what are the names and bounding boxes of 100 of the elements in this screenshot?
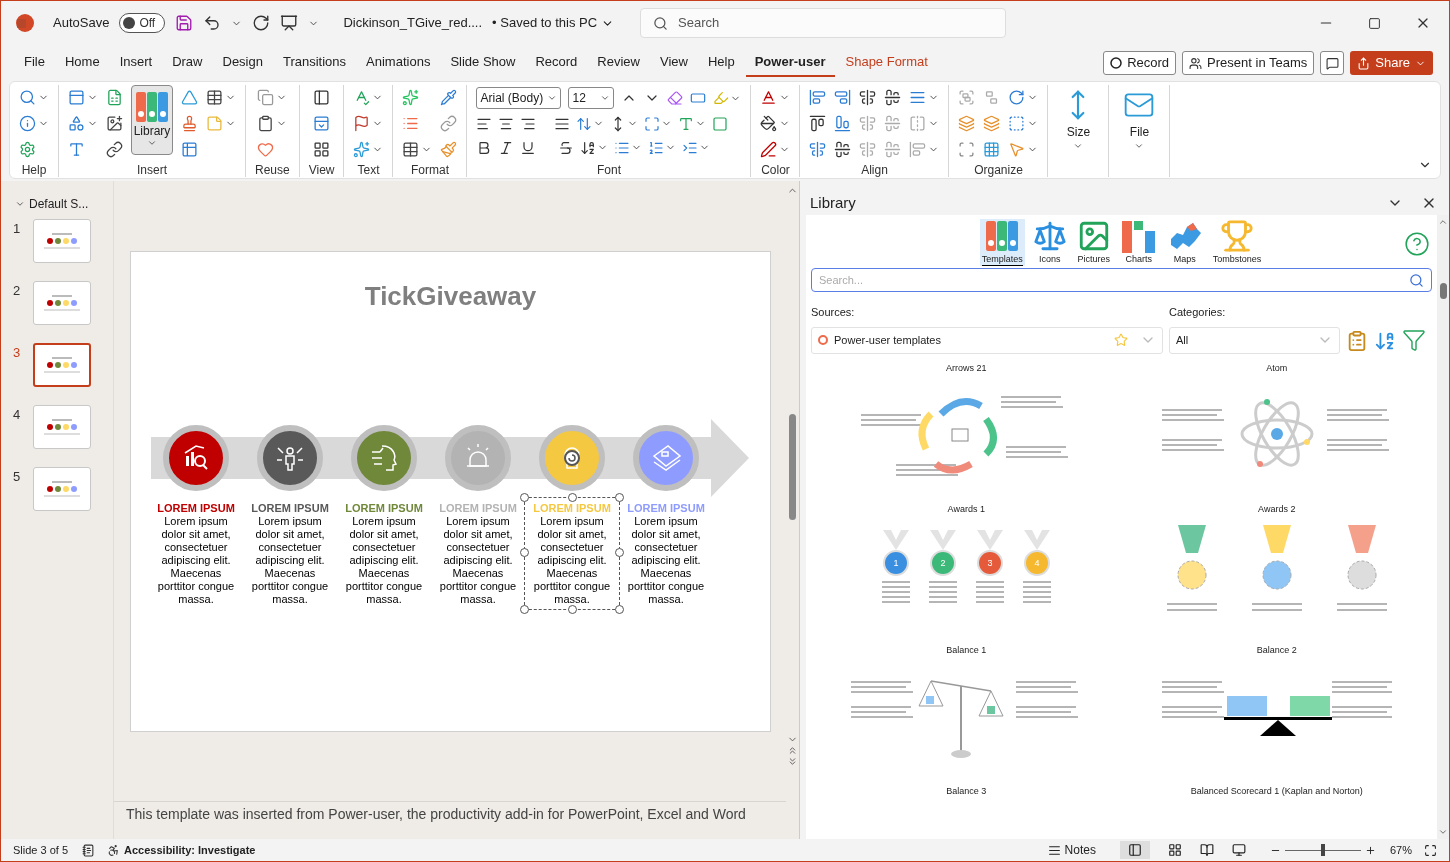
- zoom-level[interactable]: 67%: [1389, 841, 1412, 859]
- paste-icon[interactable]: [257, 114, 275, 132]
- align-left-icon[interactable]: [809, 88, 827, 106]
- outline-color-icon[interactable]: [760, 140, 778, 158]
- shape-icon[interactable]: [690, 90, 707, 106]
- size-button[interactable]: Size: [1057, 85, 1100, 171]
- highlight-icon[interactable]: [713, 90, 730, 106]
- stack-icon[interactable]: [884, 88, 902, 106]
- template-name[interactable]: Atom: [1266, 361, 1288, 374]
- resize-handle[interactable]: [615, 492, 624, 502]
- ribbon-tab[interactable]: View: [651, 49, 697, 77]
- save-status-button[interactable]: • Saved to this PC: [492, 13, 615, 33]
- star-icon[interactable]: [1114, 333, 1128, 348]
- filter-icon[interactable]: [1402, 327, 1426, 352]
- clipboard-icon[interactable]: [1346, 329, 1368, 352]
- resize-handle[interactable]: [568, 604, 577, 614]
- step-text-box[interactable]: LOREM IPSUM Lorem ipsum dolor sit amet, consectetuer adipiscing elit. Maecenas porttitor congue massa.: [430, 496, 526, 610]
- info-icon[interactable]: [19, 114, 36, 132]
- normal-view-button[interactable]: [1119, 841, 1150, 859]
- fill-color-icon[interactable]: [760, 114, 778, 132]
- presentation-icon[interactable]: [280, 14, 299, 32]
- ribbon-tab[interactable]: Design: [213, 49, 272, 77]
- copy-icon[interactable]: [257, 88, 275, 106]
- template-name[interactable]: Balanced Scorecard 1 (Kaplan and Norton): [1190, 784, 1363, 797]
- align-bottom-icon[interactable]: [834, 114, 852, 132]
- font-name-field[interactable]: Arial (Body): [476, 87, 562, 109]
- strikethrough-icon[interactable]: [558, 139, 575, 156]
- swap-icon[interactable]: [909, 114, 927, 132]
- template-name[interactable]: Balance 3: [946, 784, 987, 797]
- eyedropper-icon[interactable]: [440, 88, 458, 106]
- slide-thumbnail[interactable]: [33, 467, 91, 511]
- heart-icon[interactable]: [257, 140, 275, 158]
- library-category-tab[interactable]: Charts: [1118, 219, 1159, 265]
- align-middle-icon[interactable]: [809, 140, 827, 158]
- align-right-icon[interactable]: [834, 88, 852, 106]
- categories-dropdown[interactable]: All: [1169, 326, 1340, 354]
- stamp-icon[interactable]: [181, 114, 198, 132]
- ribbon-tab[interactable]: Home: [55, 49, 109, 77]
- bring-front-icon[interactable]: [983, 114, 1001, 132]
- slide-thumbnail[interactable]: [33, 343, 91, 387]
- normal-view-icon[interactable]: [313, 88, 331, 106]
- comments-button[interactable]: [1320, 51, 1345, 75]
- template-name[interactable]: Balance 1: [946, 643, 987, 656]
- sticky-note-icon[interactable]: [206, 114, 223, 132]
- step-text-box[interactable]: LOREM IPSUM Lorem ipsum dolor sit amet, consectetuer adipiscing elit. Maecenas porttitor congue massa.: [242, 496, 338, 610]
- library-category-tab[interactable]: Tombstones: [1210, 219, 1264, 265]
- layers-icon[interactable]: [958, 114, 976, 132]
- redo-icon[interactable]: [252, 14, 271, 32]
- template-preview-drawing[interactable]: 1 2 3 4: [851, 524, 1082, 625]
- slide-thumbnail[interactable]: [33, 281, 91, 325]
- spelling-check-icon[interactable]: [82, 843, 96, 857]
- share-button[interactable]: Share: [1350, 51, 1433, 75]
- resize-handle[interactable]: [520, 492, 529, 502]
- ribbon-tab[interactable]: Power-user: [745, 49, 835, 77]
- flag-icon[interactable]: [353, 114, 371, 132]
- library-category-tab[interactable]: Pictures: [1074, 219, 1113, 265]
- search-field[interactable]: Search: [640, 8, 1007, 38]
- speaker-notes[interactable]: This template was inserted from Power-user, the productivity add-in for PowerPoint, Excel and Word: [126, 806, 774, 822]
- scrollbar-thumb[interactable]: [789, 414, 796, 520]
- resize-handle[interactable]: [520, 547, 529, 557]
- change-case-icon[interactable]: [678, 115, 695, 132]
- save-icon[interactable]: [175, 14, 194, 32]
- ribbon-tab[interactable]: Shape Format: [836, 49, 937, 77]
- previous-slide-icon[interactable]: [787, 745, 798, 756]
- sources-dropdown[interactable]: Power-user templates: [811, 326, 1163, 354]
- accessibility-status[interactable]: Accessibility: Investigate: [124, 841, 256, 859]
- ribbon-tab[interactable]: Insert: [110, 49, 162, 77]
- step-text-box[interactable]: LOREM IPSUM Lorem ipsum dolor sit amet, consectetuer adipiscing elit. Maecenas porttitor congue massa.: [618, 496, 714, 610]
- maximize-icon[interactable]: [1368, 16, 1381, 30]
- zoom-in-icon[interactable]: [1364, 844, 1376, 856]
- ribbon-tab[interactable]: Review: [588, 49, 649, 77]
- corner-icon[interactable]: [958, 140, 976, 158]
- resize-handle[interactable]: [520, 604, 529, 614]
- template-name[interactable]: Awards 1: [947, 502, 985, 515]
- library-category-tab[interactable]: Maps: [1164, 219, 1205, 265]
- search-icon[interactable]: [1409, 272, 1424, 288]
- file-button[interactable]: File: [1118, 85, 1161, 171]
- spreadsheet-icon[interactable]: [106, 88, 123, 106]
- text-box-icon[interactable]: [68, 140, 85, 158]
- undo-icon[interactable]: [203, 14, 222, 32]
- template-name[interactable]: Balance 2: [1256, 643, 1297, 656]
- pointer-icon[interactable]: [1008, 140, 1026, 158]
- resize-handle[interactable]: [615, 547, 624, 557]
- sort-icon[interactable]: [580, 139, 597, 156]
- shapes-icon[interactable]: [68, 114, 85, 132]
- pyramid-icon[interactable]: [181, 88, 198, 106]
- fit-to-window-icon[interactable]: [1424, 843, 1437, 857]
- chain-icon[interactable]: [440, 114, 458, 132]
- template-name[interactable]: Awards 2: [1258, 502, 1296, 515]
- rotate-icon[interactable]: [1008, 88, 1026, 106]
- settings-icon[interactable]: [19, 140, 36, 158]
- underline-icon[interactable]: [520, 139, 537, 156]
- resize-handle[interactable]: [615, 604, 624, 614]
- ribbon-tab[interactable]: Record: [526, 49, 587, 77]
- slide-thumbnail[interactable]: [33, 405, 91, 449]
- library-category-tab[interactable]: Icons: [1030, 219, 1069, 265]
- distribute-icon[interactable]: [859, 88, 877, 106]
- image-add-icon[interactable]: [106, 114, 123, 132]
- select-icon[interactable]: [1008, 114, 1026, 132]
- binders-icon[interactable]: [135, 90, 169, 124]
